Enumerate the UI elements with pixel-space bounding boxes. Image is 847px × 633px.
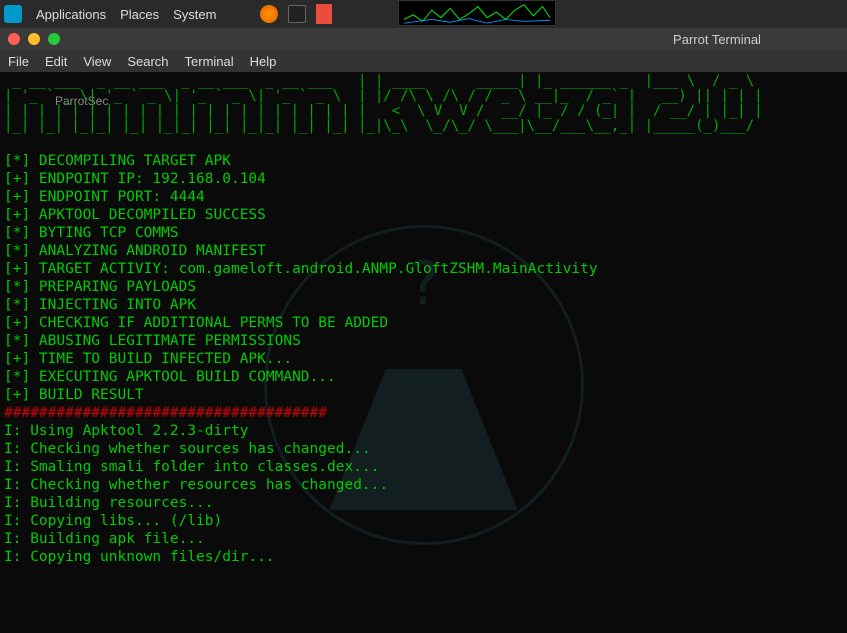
terminal-line: I: Building apk file... — [4, 530, 843, 548]
cpu-graph-icon — [399, 1, 555, 25]
ascii-banner: _ __ ___ _ __ ___ _ __ ___ _ __ ___ | | … — [4, 74, 843, 134]
terminal-line: I: Copying unknown files/dir... — [4, 548, 843, 566]
window-title: Parrot Terminal — [617, 32, 817, 47]
terminal-line: I: Copying libs... (/lib) — [4, 512, 843, 530]
window-titlebar[interactable]: Parrot Terminal — [0, 28, 847, 50]
terminal-line: [*] ANALYZING ANDROID MANIFEST — [4, 242, 843, 260]
app-launcher-icon[interactable] — [316, 4, 332, 24]
terminal-lines: [*] DECOMPILING TARGET APK[+] ENDPOINT I… — [4, 134, 843, 566]
places-menu[interactable]: Places — [120, 7, 159, 22]
terminal-line: [*] EXECUTING APKTOOL BUILD COMMAND... — [4, 368, 843, 386]
maximize-button[interactable] — [48, 33, 60, 45]
terminal-line: I: Smaling smali folder into classes.dex… — [4, 458, 843, 476]
terminal-line: I: Building resources... — [4, 494, 843, 512]
terminal-line: [+] ENDPOINT IP: 192.168.0.104 — [4, 170, 843, 188]
terminal-output[interactable]: ParrotSec ? _ __ ___ _ __ ___ _ __ ___ _… — [0, 72, 847, 633]
terminal-line: [*] ABUSING LEGITIMATE PERMISSIONS — [4, 332, 843, 350]
menu-edit[interactable]: Edit — [45, 54, 67, 69]
terminal-line: [*] DECOMPILING TARGET APK — [4, 152, 843, 170]
menu-terminal[interactable]: Terminal — [185, 54, 234, 69]
terminal-line: [*] BYTING TCP COMMS — [4, 224, 843, 242]
topbar-app-icons — [260, 4, 332, 24]
terminal-line: [+] TARGET ACTIVIY: com.gameloft.android… — [4, 260, 843, 278]
terminal-line: I: Checking whether resources has change… — [4, 476, 843, 494]
terminal-line: [*] INJECTING INTO APK — [4, 296, 843, 314]
terminal-line: [*] PREPARING PAYLOADS — [4, 278, 843, 296]
os-logo-icon[interactable] — [4, 5, 22, 23]
system-menu[interactable]: System — [173, 7, 216, 22]
terminal-line: [+] TIME TO BUILD INFECTED APK... — [4, 350, 843, 368]
menu-file[interactable]: File — [8, 54, 29, 69]
minimize-button[interactable] — [28, 33, 40, 45]
applications-menu[interactable]: Applications — [36, 7, 106, 22]
system-monitor-graph[interactable] — [398, 0, 556, 26]
terminal-line — [4, 134, 843, 152]
terminal-line: [+] ENDPOINT PORT: 4444 — [4, 188, 843, 206]
terminal-line: [+] BUILD RESULT — [4, 386, 843, 404]
menu-search[interactable]: Search — [127, 54, 168, 69]
terminal-menubar: File Edit View Search Terminal Help — [0, 50, 847, 72]
close-button[interactable] — [8, 33, 20, 45]
separator-line: ##################################### — [4, 404, 843, 422]
desktop-topbar: Applications Places System — [0, 0, 847, 28]
terminal-line: [+] APKTOOL DECOMPILED SUCCESS — [4, 206, 843, 224]
firefox-icon[interactable] — [260, 5, 278, 23]
terminal-window: Parrot Terminal File Edit View Search Te… — [0, 28, 847, 633]
menu-help[interactable]: Help — [250, 54, 277, 69]
terminal-line: [+] CHECKING IF ADDITIONAL PERMS TO BE A… — [4, 314, 843, 332]
window-controls — [8, 33, 60, 45]
terminal-line: I: Checking whether sources has changed.… — [4, 440, 843, 458]
terminal-launcher-icon[interactable] — [288, 5, 306, 23]
terminal-line: I: Using Apktool 2.2.3-dirty — [4, 422, 843, 440]
menu-view[interactable]: View — [83, 54, 111, 69]
